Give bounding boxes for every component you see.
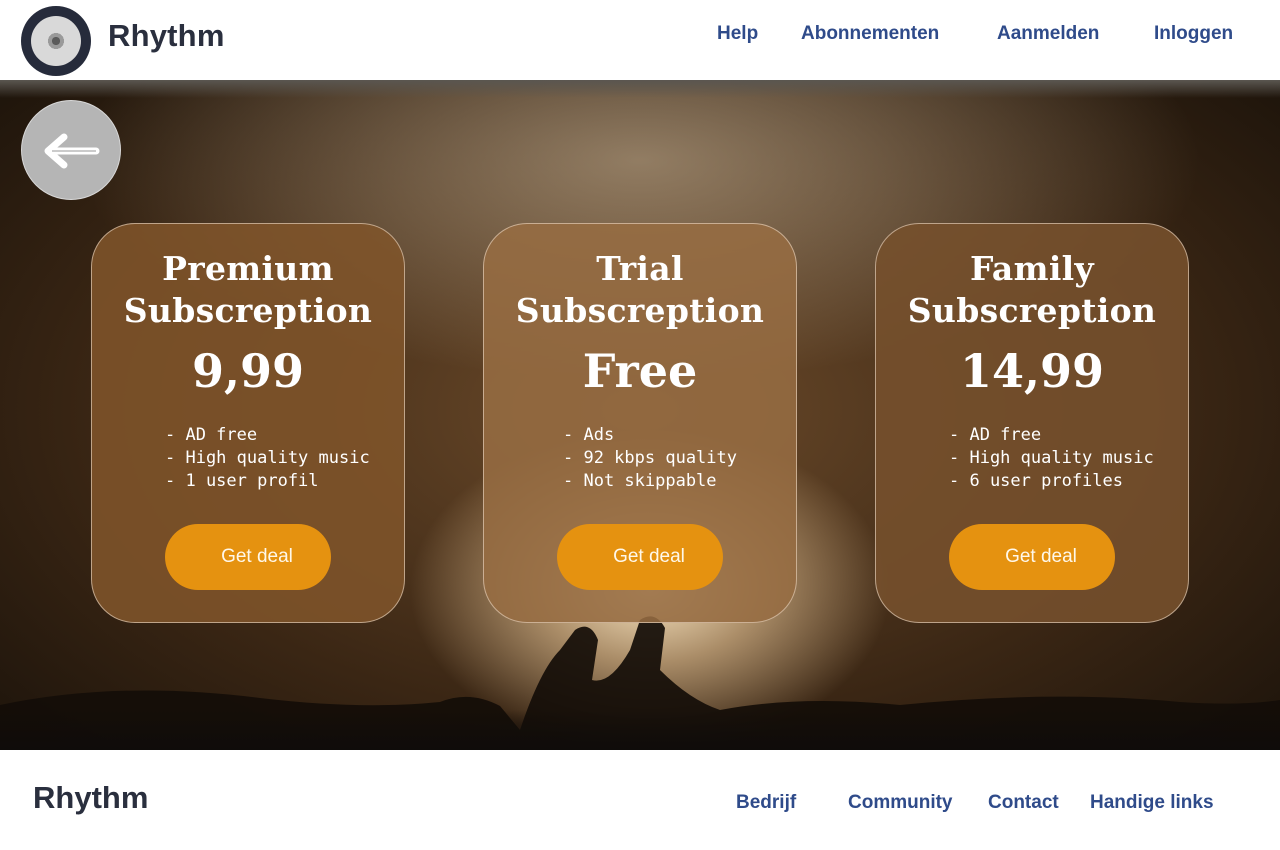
feature-item: - Ads — [563, 425, 615, 445]
card-price: 9,99 — [191, 344, 305, 398]
get-deal-button[interactable]: Get deal — [165, 524, 331, 590]
subscription-card-trial: Trial Subscreption Free - Ads - 92 kbps … — [483, 223, 797, 623]
footer-link-contact[interactable]: Contact — [988, 792, 1059, 814]
card-title-line: Subscreption — [123, 291, 373, 330]
card-price: Free — [582, 344, 698, 398]
card-price: 14,99 — [959, 344, 1105, 398]
feature-item: - 6 user profiles — [949, 471, 1123, 491]
footer-link-company[interactable]: Bedrijf — [736, 792, 796, 814]
card-title: Family Subscreption — [876, 248, 1188, 332]
feature-item: - High quality music — [165, 448, 370, 468]
feature-item: - AD free — [165, 425, 258, 445]
feature-list: - AD free - High quality music - 6 user … — [949, 424, 1154, 493]
card-title-line: Premium — [162, 249, 334, 288]
brand-name[interactable]: Rhythm — [108, 18, 225, 54]
feature-item: - AD free — [949, 425, 1042, 445]
feature-item: - High quality music — [949, 448, 1154, 468]
nav-login[interactable]: Inloggen — [1154, 23, 1233, 45]
site-header: Rhythm Help Abonnementen Aanmelden Inlog… — [0, 0, 1280, 80]
feature-item: - Not skippable — [563, 471, 717, 491]
nav-subscriptions[interactable]: Abonnementen — [801, 23, 939, 45]
card-title: Premium Subscreption — [92, 248, 404, 332]
hero-top-shadow — [0, 80, 1280, 98]
site-footer: Rhythm Bedrijf Community Contact Handige… — [0, 750, 1280, 850]
footer-link-handy-links[interactable]: Handige links — [1090, 792, 1214, 814]
hero-bottom-shadow — [0, 710, 1280, 750]
nav-register[interactable]: Aanmelden — [997, 23, 1099, 45]
vinyl-logo-icon[interactable] — [21, 6, 91, 76]
card-title-line: Subscreption — [515, 291, 765, 330]
feature-list: - AD free - High quality music - 1 user … — [165, 424, 370, 493]
feature-item: - 1 user profil — [165, 471, 319, 491]
footer-brand[interactable]: Rhythm — [33, 780, 148, 816]
back-button[interactable] — [21, 100, 121, 200]
footer-link-community[interactable]: Community — [848, 792, 953, 814]
arrow-left-icon — [44, 133, 100, 169]
subscription-card-family: Family Subscreption 14,99 - AD free - Hi… — [875, 223, 1189, 623]
feature-list: - Ads - 92 kbps quality - Not skippable — [563, 424, 737, 493]
card-title-line: Family — [970, 249, 1094, 288]
card-title-line: Subscreption — [907, 291, 1157, 330]
get-deal-button[interactable]: Get deal — [949, 524, 1115, 590]
get-deal-button[interactable]: Get deal — [557, 524, 723, 590]
feature-item: - 92 kbps quality — [563, 448, 737, 468]
card-title: Trial Subscreption — [484, 248, 796, 332]
card-title-line: Trial — [596, 249, 684, 288]
nav-help[interactable]: Help — [717, 23, 758, 45]
subscription-card-premium: Premium Subscreption 9,99 - AD free - Hi… — [91, 223, 405, 623]
disc-center — [31, 16, 81, 66]
